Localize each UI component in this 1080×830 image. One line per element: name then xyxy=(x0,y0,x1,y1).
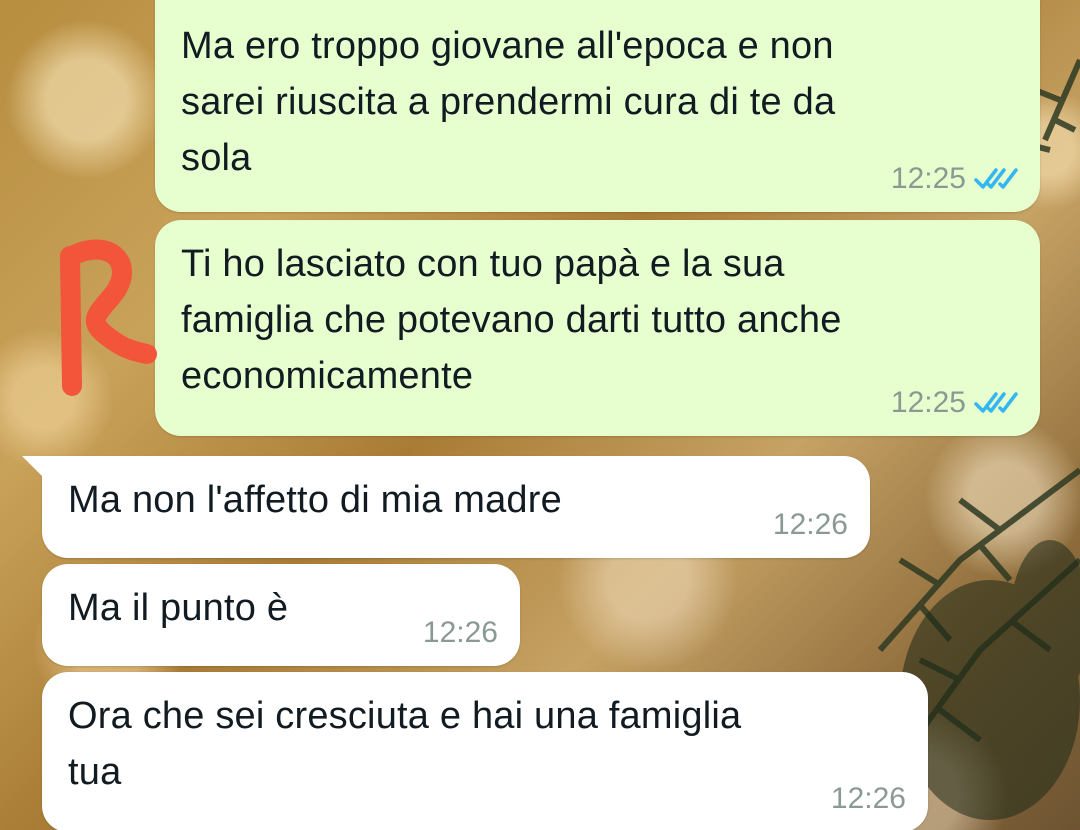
message-meta: 12:25 xyxy=(891,386,1018,420)
message-time: 12:25 xyxy=(890,386,966,419)
message-text: Ti ho lasciato con tuo papà e la sua fam… xyxy=(181,243,842,397)
message-text: Ma non l'affetto di mia madre xyxy=(68,479,562,521)
message-meta: 12:26 xyxy=(831,782,906,816)
incoming-message-bubble[interactable]: Ma il punto è 12:26 xyxy=(42,564,520,666)
message-meta: 12:26 xyxy=(773,508,848,542)
incoming-message-bubble[interactable]: Ma non l'affetto di mia madre 12:26 xyxy=(42,456,870,558)
message-text: Ma ero troppo giovane all'epoca e non sa… xyxy=(181,25,836,179)
message-time: 12:26 xyxy=(422,616,498,649)
message-meta: 12:26 xyxy=(423,616,498,650)
message-time: 12:26 xyxy=(830,782,906,815)
bubble-tail xyxy=(22,456,44,478)
message-text: Ora che sei cresciuta e hai una famiglia… xyxy=(68,695,742,793)
outgoing-message-bubble[interactable]: Ma ero troppo giovane all'epoca e non sa… xyxy=(155,0,1040,212)
message-meta: 12:25 xyxy=(891,162,1018,196)
message-text: Ma il punto è xyxy=(68,587,289,629)
double-check-icon xyxy=(974,168,1018,189)
incoming-message-bubble[interactable]: Ora che sei cresciuta e hai una famiglia… xyxy=(42,672,928,830)
double-check-icon xyxy=(974,392,1018,413)
red-scribble-mark xyxy=(60,239,157,396)
outgoing-message-bubble[interactable]: Ti ho lasciato con tuo papà e la sua fam… xyxy=(155,220,1040,436)
message-time: 12:26 xyxy=(772,508,848,541)
message-time: 12:25 xyxy=(890,162,966,195)
